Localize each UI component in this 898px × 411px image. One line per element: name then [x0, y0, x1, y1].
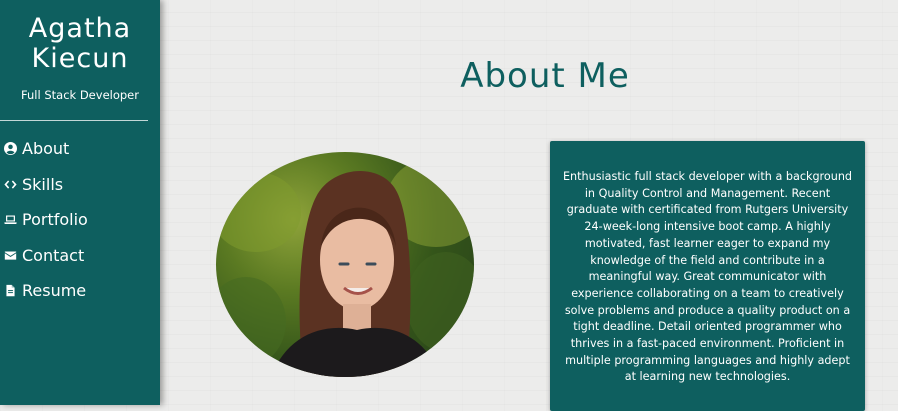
nav-item-contact[interactable]: Contact [0, 238, 160, 274]
user-circle-icon [3, 142, 17, 156]
nav-item-portfolio[interactable]: Portfolio [0, 202, 160, 238]
profile-photo [216, 152, 474, 377]
sidebar-nav: About Skills Portfolio Contact Resume [0, 131, 160, 309]
bio-card: Enthusiastic full stack developer with a… [550, 141, 865, 411]
file-icon [3, 284, 17, 298]
laptop-icon [3, 213, 17, 227]
code-icon [3, 177, 17, 191]
nav-item-resume[interactable]: Resume [0, 273, 160, 309]
about-section: About Me Enthusiastic full stack develop… [160, 0, 898, 411]
nav-label-contact: Contact [22, 245, 85, 265]
page-title: About Me [460, 56, 630, 96]
sidebar-divider [0, 120, 148, 121]
nav-label-resume: Resume [22, 281, 87, 301]
nav-item-about[interactable]: About [0, 131, 160, 167]
nav-item-skills[interactable]: Skills [0, 167, 160, 203]
job-title: Full Stack Developer [21, 88, 139, 102]
nav-label-skills: Skills [22, 174, 64, 194]
sidebar: Agatha Kiecun Full Stack Developer About… [0, 0, 160, 405]
site-owner-name[interactable]: Agatha Kiecun [0, 0, 160, 74]
nav-label-about: About [22, 139, 70, 159]
envelope-icon [3, 248, 17, 262]
bio-text: Enthusiastic full stack developer with a… [562, 170, 853, 384]
nav-label-portfolio: Portfolio [22, 210, 88, 230]
